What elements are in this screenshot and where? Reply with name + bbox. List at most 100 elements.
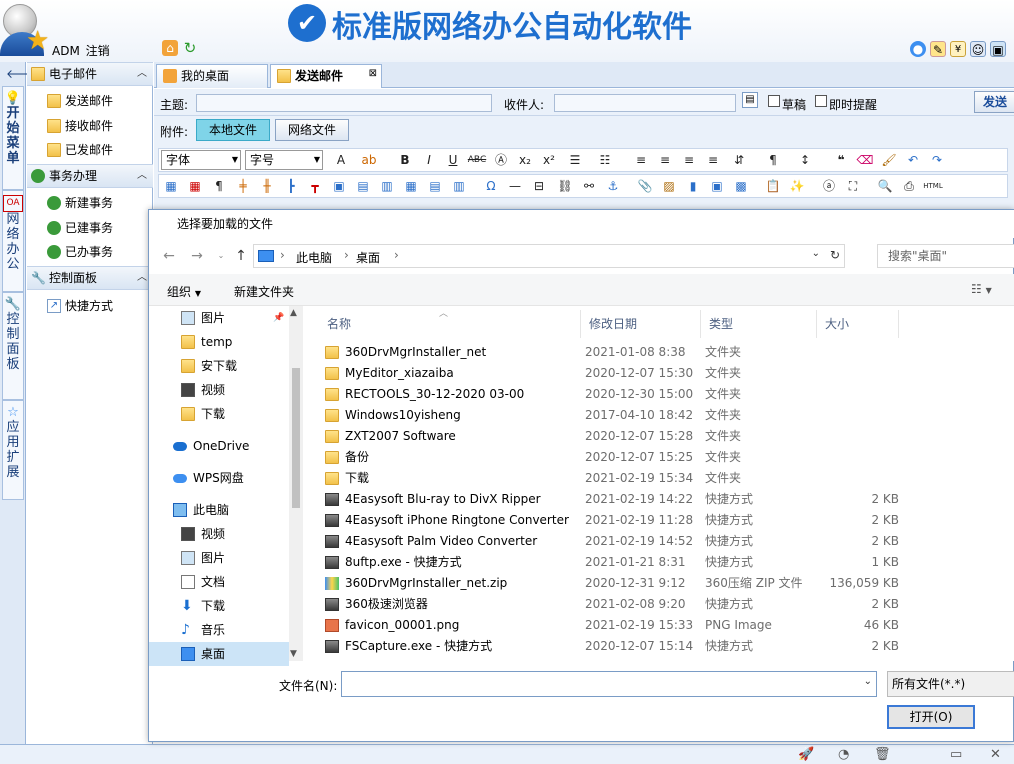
nav-item-downloads[interactable]: 下载 xyxy=(149,402,289,426)
merge-right-icon[interactable]: ▤ xyxy=(353,175,373,197)
file-row[interactable]: ZXT2007 Software2020-12-07 15:28文件夹 xyxy=(323,426,1014,447)
paragraph-spacing-icon[interactable]: ⇵ xyxy=(729,149,749,171)
draft-checkbox[interactable] xyxy=(768,95,780,107)
file-row[interactable]: MyEditor_xiazaiba2020-12-07 15:30文件夹 xyxy=(323,363,1014,384)
align-right-icon[interactable]: ≡ xyxy=(703,149,723,171)
eraser-icon[interactable]: ⌫ xyxy=(855,149,875,171)
strikethrough-icon[interactable]: ABC xyxy=(467,149,487,171)
chevron-up-icon[interactable]: ︿ xyxy=(137,165,147,187)
table-icon[interactable]: ▦ xyxy=(161,175,181,197)
tab-net-office[interactable]: OA 网络办公 xyxy=(2,190,24,292)
undo-icon[interactable]: ↶ xyxy=(903,149,923,171)
link-icon[interactable]: ⛓ xyxy=(555,175,575,197)
nav-item-videos[interactable]: 视频 xyxy=(149,378,289,402)
redo-icon[interactable]: ↷ xyxy=(927,149,947,171)
address-bar[interactable]: › 此电脑 › 桌面 › ⌄ ↻ xyxy=(253,244,845,268)
chevron-up-icon[interactable]: ︿ xyxy=(137,267,147,289)
organize-button[interactable]: 组织 ▼ xyxy=(167,283,201,300)
size-select[interactable]: 字号▼ xyxy=(245,150,323,170)
quote-icon[interactable]: ❝ xyxy=(831,149,851,171)
find-icon[interactable]: ⛶ xyxy=(843,175,863,197)
underline-icon[interactable]: U xyxy=(443,149,463,171)
file-row[interactable]: RECTOOLS_30-12-2020 03-002020-12-30 15:0… xyxy=(323,384,1014,405)
font-color-icon[interactable]: A xyxy=(331,149,351,171)
file-row[interactable]: 360DrvMgrInstaller_net2021-01-08 8:38文件夹 xyxy=(323,342,1014,363)
delete-row-icon[interactable]: ╫ xyxy=(257,175,277,197)
highlight-icon[interactable]: ab xyxy=(359,149,379,171)
nav-item-pictures[interactable]: 图片📌 xyxy=(149,306,289,330)
pin-icon[interactable]: 📌 xyxy=(273,306,284,330)
refresh-icon[interactable]: ↻ xyxy=(830,248,840,262)
scroll-up-icon[interactable]: ▲ xyxy=(290,308,297,318)
close-icon[interactable]: ✕ xyxy=(990,747,1001,762)
address-book-icon[interactable]: ▤ xyxy=(742,92,758,108)
file-row[interactable]: 下载2021-02-19 15:34文件夹 xyxy=(323,468,1014,489)
subject-input[interactable] xyxy=(196,94,492,112)
sidebar-item-done-affair[interactable]: 已办事务 xyxy=(47,241,113,263)
file-row[interactable]: 4Easysoft Palm Video Converter2021-02-19… xyxy=(323,531,1014,552)
note-icon[interactable]: ✎ xyxy=(930,41,946,57)
merge-cells-icon[interactable]: ▣ xyxy=(329,175,349,197)
zoom-icon[interactable]: 🔍 xyxy=(875,175,895,197)
breadcrumb-desktop[interactable]: 桌面 xyxy=(356,249,380,266)
file-row[interactable]: Windows10yisheng2017-04-10 18:42文件夹 xyxy=(323,405,1014,426)
video-icon[interactable]: ▮ xyxy=(683,175,703,197)
indent-icon[interactable]: ≡ xyxy=(631,149,651,171)
trash-icon[interactable]: 🗑 xyxy=(874,747,891,762)
sidebar-item-created-affair[interactable]: 已建事务 xyxy=(47,217,113,239)
delete-table-icon[interactable]: ▦ xyxy=(185,175,205,197)
nav-item-desktop[interactable]: 桌面 xyxy=(149,642,289,666)
italic-icon[interactable]: I xyxy=(419,149,439,171)
file-row[interactable]: favicon_00001.png2021-02-19 15:33PNG Ima… xyxy=(323,615,1014,636)
nav-item-temp[interactable]: temp xyxy=(149,330,289,354)
file-row[interactable]: 360DrvMgrInstaller_net.zip2020-12-31 9:1… xyxy=(323,573,1014,594)
logout-link[interactable]: 注销 xyxy=(86,44,110,58)
up-icon[interactable]: ↑ xyxy=(231,246,251,266)
tab-send-mail[interactable]: 发送邮件 ⊠ xyxy=(270,64,382,88)
paste-icon[interactable]: 📋 xyxy=(763,175,783,197)
rocket-icon[interactable]: 🚀 xyxy=(798,747,814,762)
home-icon[interactable]: ⌂ xyxy=(162,40,178,56)
nav-item-anxiazai[interactable]: 安下载 xyxy=(149,354,289,378)
search-input[interactable]: 搜索"桌面" xyxy=(877,244,1014,268)
yen-icon[interactable]: ¥ xyxy=(950,41,966,57)
bold-icon[interactable]: B xyxy=(395,149,415,171)
file-row[interactable]: 8uftp.exe - 快捷方式2021-01-21 8:31快捷方式1 KB xyxy=(323,552,1014,573)
tab-start-menu[interactable]: 💡 开始菜单 xyxy=(2,86,24,190)
format-brush-icon[interactable]: 🖌 xyxy=(879,149,899,171)
sidebar-item-send-mail[interactable]: 发送邮件 xyxy=(47,90,113,112)
close-icon[interactable]: ⊠ xyxy=(369,63,377,85)
merge-down-icon[interactable]: ▥ xyxy=(377,175,397,197)
forward-icon[interactable]: → xyxy=(187,246,207,266)
nav-item-pc-downloads[interactable]: ⬇下载 xyxy=(149,594,289,618)
font-select[interactable]: 字体▼ xyxy=(161,150,241,170)
tab-control-panel[interactable]: 🔧 控制面板 xyxy=(2,292,24,400)
user-icon[interactable]: ☺ xyxy=(970,41,986,57)
text-border-icon[interactable]: Ⓐ xyxy=(491,149,511,171)
unordered-list-icon[interactable]: ☷ xyxy=(595,149,615,171)
chevron-down-icon[interactable]: ⌄ xyxy=(864,676,872,687)
split-cells-icon[interactable]: ▦ xyxy=(401,175,421,197)
file-row[interactable]: 备份2020-12-07 15:25文件夹 xyxy=(323,447,1014,468)
sidebar-item-new-affair[interactable]: 新建事务 xyxy=(47,192,113,214)
filename-input[interactable]: ⌄ xyxy=(341,671,877,697)
line-height-icon[interactable]: ↕ xyxy=(795,149,815,171)
map-icon[interactable]: ▩ xyxy=(731,175,751,197)
split-cols-icon[interactable]: ▥ xyxy=(449,175,469,197)
nav-item-this-pc[interactable]: 此电脑 xyxy=(149,498,289,522)
open-button[interactable]: 打开(O) xyxy=(887,705,975,729)
paragraph-format-icon[interactable]: ¶ xyxy=(763,149,783,171)
view-options-icon[interactable]: ☷ ▼ xyxy=(971,282,992,296)
history-chevron-icon[interactable]: ⌄ xyxy=(211,246,231,266)
print-icon[interactable]: ⎙ xyxy=(899,175,919,197)
file-row[interactable]: FSCapture.exe - 快捷方式2020-12-07 15:14快捷方式… xyxy=(323,636,1014,657)
superscript-icon[interactable]: x² xyxy=(539,149,559,171)
remind-checkbox[interactable] xyxy=(815,95,827,107)
column-header-name[interactable]: 名称︿ xyxy=(319,310,581,338)
sidebar-item-shortcut[interactable]: ↗ 快捷方式 xyxy=(47,295,113,317)
column-header-date[interactable]: 修改日期 xyxy=(581,310,701,338)
delete-col-icon[interactable]: ┳ xyxy=(305,175,325,197)
recipient-input[interactable] xyxy=(554,94,736,112)
chat-icon[interactable]: ● xyxy=(910,41,926,57)
special-char-icon[interactable]: Ω xyxy=(481,175,501,197)
